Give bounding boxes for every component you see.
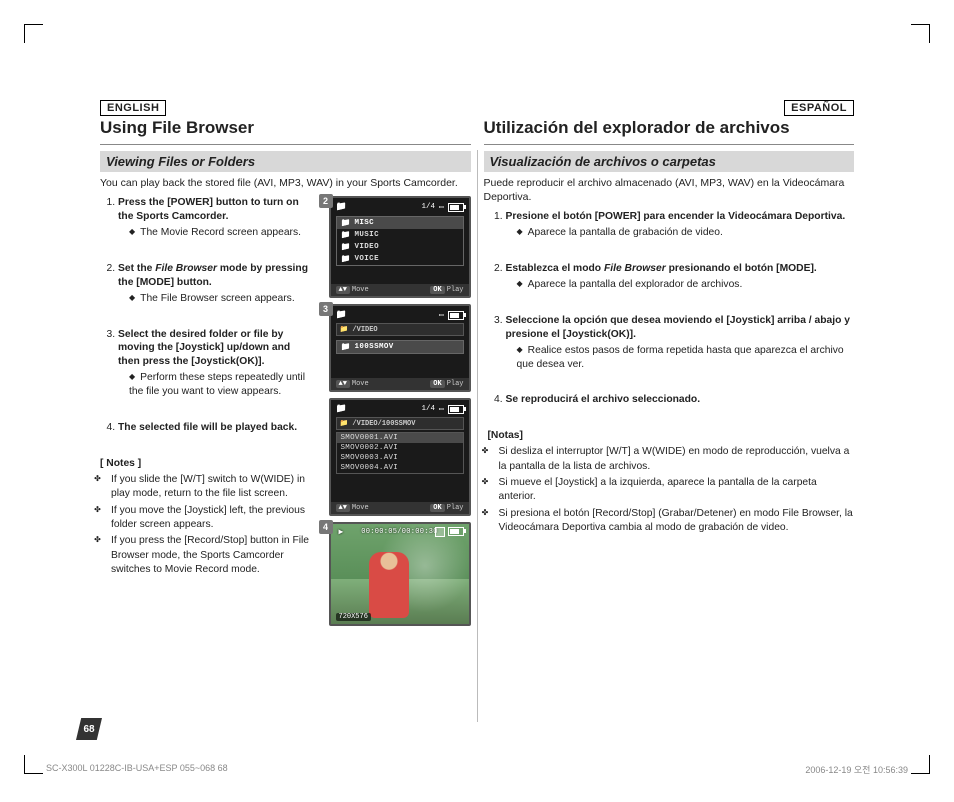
move-key-icon: ▲▼ <box>336 286 350 294</box>
battery-icon <box>448 311 464 320</box>
step-sub: Realice estos pasos de forma repetida ha… <box>517 344 855 372</box>
battery-icon <box>448 203 464 212</box>
page-counter: 1/4 <box>421 405 435 413</box>
figure-step-number: 3 <box>319 302 333 316</box>
resolution-label: 720X576 <box>336 613 371 621</box>
step-title: Presione el botón [POWER] para encender … <box>506 210 855 224</box>
list-item: SMOV0002.AVI <box>337 443 463 453</box>
folder-icon <box>336 202 347 212</box>
path-bar: 📁 /VIDEO <box>336 323 464 336</box>
page-number-badge: 68 <box>76 718 102 740</box>
path-bar: 📁 /VIDEO/100SSMOV <box>336 417 464 430</box>
step-title: Establezca el modo File Browser presiona… <box>506 262 855 276</box>
notes-list-en: If you slide the [W/T] switch to W(WIDE)… <box>100 473 315 578</box>
ok-key-icon: OK <box>430 286 444 294</box>
print-footer: SC-X300L 01228C-IB-USA+ESP 055~068 68 20… <box>46 763 908 776</box>
step-title: Set the File Browser mode by pressing th… <box>118 262 315 290</box>
step-title: Press the [POWER] button to turn on the … <box>118 196 315 224</box>
note-item: If you press the [Record/Stop] button in… <box>111 534 315 577</box>
column-spanish: ESPAÑOL Utilización del explorador de ar… <box>478 100 855 722</box>
video-subject-icon <box>369 552 409 618</box>
move-key-icon: ▲▼ <box>336 380 350 388</box>
list-item: VIDEO <box>337 241 463 253</box>
lang-badge-en: ENGLISH <box>100 100 166 116</box>
page-counter: 1/4 <box>421 203 435 211</box>
subheading-en: Viewing Files or Folders <box>100 151 471 172</box>
move-key-icon: ▲▼ <box>336 504 350 512</box>
step-title: Seleccione la opción que desea moviendo … <box>506 314 855 342</box>
steps-list-en: Press the [POWER] button to turn on the … <box>100 196 315 435</box>
intro-en: You can play back the stored file (AVI, … <box>100 176 471 190</box>
card-icon: ▭ <box>439 404 444 414</box>
page-title-es: Utilización del explorador de archivos <box>484 118 855 138</box>
note-item: If you move the [Joystick] left, the pre… <box>111 504 315 533</box>
folder-icon <box>341 342 351 352</box>
list-item: SMOV0001.AVI <box>337 433 463 443</box>
battery-icon <box>448 405 464 414</box>
step-title: Se reproducirá el archivo seleccionado. <box>506 393 855 407</box>
step-sub: Aparece la pantalla del explorador de ar… <box>517 278 855 292</box>
note-item: Si mueve el [Joystick] a la izquierda, a… <box>499 476 855 505</box>
folder-icon <box>336 310 347 320</box>
list-item: VOICE <box>337 253 463 265</box>
list-item: 100SSMOV <box>337 341 463 353</box>
subheading-es: Visualización de archivos o carpetas <box>484 151 855 172</box>
note-item: If you slide the [W/T] switch to W(WIDE)… <box>111 473 315 502</box>
ok-key-icon: OK <box>430 380 444 388</box>
battery-icon <box>448 527 464 536</box>
step-sub: Perform these steps repeatedly until the… <box>129 371 315 399</box>
step-sub: The Movie Record screen appears. <box>129 226 315 240</box>
figure-step-number: 4 <box>319 520 333 534</box>
steps-list-es: Presione el botón [POWER] para encender … <box>488 210 855 407</box>
card-icon <box>435 527 445 537</box>
ok-key-icon: OK <box>430 504 444 512</box>
step-title: Select the desired folder or file by mov… <box>118 328 315 370</box>
folder-icon <box>341 242 351 252</box>
list-item: SMOV0003.AVI <box>337 453 463 463</box>
notes-heading-en: [ Notes ] <box>100 457 315 471</box>
list-item: MISC <box>337 217 463 229</box>
notes-list-es: Si desliza el interruptor [W/T] a W(WIDE… <box>488 445 855 535</box>
note-item: Si presiona el botón [Record/Stop] (Grab… <box>499 507 855 536</box>
folder-icon <box>336 404 347 414</box>
step-sub: Aparece la pantalla de grabación de vide… <box>517 226 855 240</box>
figure-step-number: 2 <box>319 194 333 208</box>
figure-step-2: 2 1/4 ▭ <box>321 196 471 298</box>
folder-icon <box>341 218 351 228</box>
step-title: The selected file will be played back. <box>118 421 315 435</box>
figure-step-4: 4 00:00:05/00:00:30 720X576 <box>321 522 471 626</box>
figure-step-3: 3 ▭ 📁 /VIDEO <box>321 304 471 392</box>
card-icon: ▭ <box>439 202 444 212</box>
folder-icon <box>341 254 351 264</box>
column-english: ENGLISH Using File Browser Viewing Files… <box>100 100 477 722</box>
figure-column: 2 1/4 ▭ <box>321 196 471 722</box>
figure-file-list: 1/4 ▭ 📁 /VIDEO/100SSMOV SMOV0001.AVI SMO… <box>321 398 471 516</box>
page-title-en: Using File Browser <box>100 118 471 138</box>
list-item: MUSIC <box>337 229 463 241</box>
notes-heading-es: [Notas] <box>488 429 855 443</box>
footer-timestamp: 2006-12-19 오전 10:56:39 <box>805 763 908 776</box>
playback-time: 00:00:05/00:00:30 <box>353 527 447 537</box>
list-item: SMOV0004.AVI <box>337 463 463 473</box>
lang-badge-es: ESPAÑOL <box>784 100 854 116</box>
folder-icon <box>341 230 351 240</box>
step-sub: The File Browser screen appears. <box>129 292 315 306</box>
note-item: Si desliza el interruptor [W/T] a W(WIDE… <box>499 445 855 474</box>
card-icon: ▭ <box>439 310 444 320</box>
footer-doc-id: SC-X300L 01228C-IB-USA+ESP 055~068 68 <box>46 763 228 776</box>
intro-es: Puede reproducir el archivo almacenado (… <box>484 176 855 204</box>
